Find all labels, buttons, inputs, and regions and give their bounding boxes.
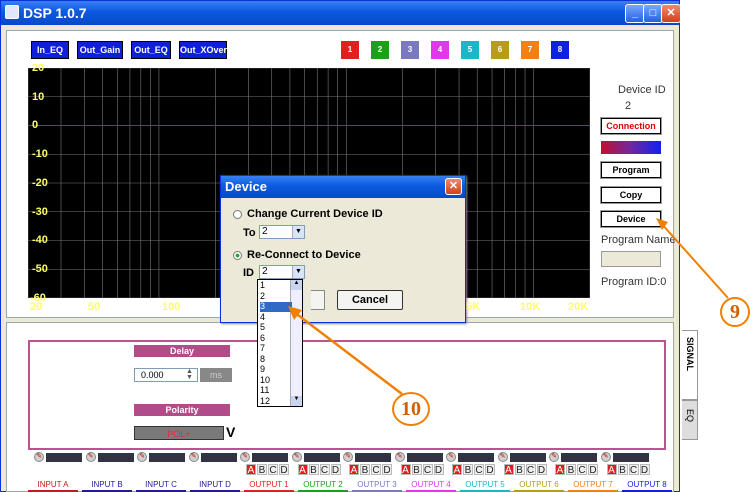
- level-meter: [458, 453, 494, 462]
- route-d-button[interactable]: D: [639, 464, 650, 476]
- y-tick-label: 10: [32, 90, 45, 103]
- y-tick-label: -30: [32, 205, 48, 218]
- route-b-button[interactable]: B: [308, 464, 319, 476]
- route-c-button[interactable]: C: [474, 464, 484, 476]
- y-tick-label: 20: [32, 62, 45, 74]
- tab-output-5[interactable]: OUTPUT 5: [460, 478, 510, 492]
- x-tick-label: 100: [162, 301, 181, 313]
- tab-input-b[interactable]: INPUT B: [82, 478, 132, 492]
- route-b-button[interactable]: B: [360, 464, 370, 476]
- route-c-button[interactable]: C: [422, 464, 433, 476]
- tab-input-d[interactable]: INPUT D: [190, 478, 240, 492]
- tab-input-a[interactable]: INPUT A: [28, 478, 78, 492]
- route-a-button[interactable]: A: [606, 464, 617, 476]
- level-meter: [46, 453, 82, 462]
- mute-icon[interactable]: ✎: [446, 452, 456, 462]
- x-tick-label: 50: [88, 301, 101, 313]
- mute-icon[interactable]: ✎: [137, 452, 147, 462]
- route-d-button[interactable]: D: [279, 464, 289, 476]
- level-meter: [355, 453, 391, 462]
- route-b-button[interactable]: B: [257, 464, 267, 476]
- tab-output-8[interactable]: OUTPUT 8: [622, 478, 672, 492]
- mute-icon[interactable]: ✎: [600, 452, 611, 462]
- route-d-button[interactable]: D: [330, 464, 341, 476]
- route-d-button[interactable]: D: [382, 464, 392, 476]
- route-b-button[interactable]: B: [514, 464, 525, 476]
- mute-icon[interactable]: ✎: [188, 452, 199, 462]
- route-b-button[interactable]: B: [463, 464, 473, 476]
- level-meter: [561, 453, 597, 462]
- route-b-button[interactable]: B: [566, 464, 576, 476]
- y-tick-label: 0: [32, 119, 39, 132]
- tab-output-2[interactable]: OUTPUT 2: [298, 478, 348, 492]
- route-d-button[interactable]: D: [485, 464, 495, 476]
- route-c-button[interactable]: C: [319, 464, 330, 476]
- level-meter: [97, 453, 134, 462]
- route-c-button[interactable]: C: [628, 464, 639, 476]
- y-tick-label: -50: [32, 262, 48, 275]
- y-tick-label: -10: [32, 148, 48, 161]
- route-a-button[interactable]: A: [503, 464, 514, 476]
- y-tick-label: -20: [32, 176, 48, 189]
- route-d-button[interactable]: D: [588, 464, 598, 476]
- route-a-button[interactable]: A: [349, 464, 359, 476]
- x-tick-label: 20K: [568, 301, 589, 313]
- level-meter: [406, 453, 443, 462]
- route-a-button[interactable]: A: [400, 464, 411, 476]
- mute-icon[interactable]: ✎: [394, 452, 405, 462]
- mute-icon[interactable]: ✎: [85, 452, 96, 462]
- mute-icon[interactable]: ✎: [34, 452, 44, 462]
- tab-output-1[interactable]: OUTPUT 1: [244, 478, 294, 492]
- route-a-button[interactable]: A: [297, 464, 308, 476]
- tab-input-c[interactable]: INPUT C: [136, 478, 186, 492]
- route-a-button[interactable]: A: [452, 464, 462, 476]
- mute-icon[interactable]: ✎: [343, 452, 353, 462]
- tab-output-7[interactable]: OUTPUT 7: [568, 478, 618, 492]
- level-meter: [612, 453, 649, 462]
- arrow-9-line: [659, 221, 729, 299]
- tab-output-3[interactable]: OUTPUT 3: [352, 478, 402, 492]
- y-tick-label: -40: [32, 234, 48, 247]
- level-meter: [149, 453, 185, 462]
- level-meter: [252, 453, 288, 462]
- mute-icon[interactable]: ✎: [497, 452, 508, 462]
- route-a-button[interactable]: A: [246, 464, 256, 476]
- route-a-button[interactable]: A: [555, 464, 565, 476]
- route-c-button[interactable]: C: [268, 464, 278, 476]
- level-meter: [509, 453, 546, 462]
- callout-arrows: [288, 218, 729, 395]
- route-b-button[interactable]: B: [411, 464, 422, 476]
- mute-icon[interactable]: ✎: [549, 452, 559, 462]
- arrow-10-line: [293, 311, 403, 395]
- level-meter: [200, 453, 237, 462]
- route-b-button[interactable]: B: [617, 464, 628, 476]
- route-d-button[interactable]: D: [536, 464, 547, 476]
- level-meter: [303, 453, 340, 462]
- route-c-button[interactable]: C: [525, 464, 536, 476]
- x-tick-label: 20: [30, 301, 43, 313]
- mute-icon[interactable]: ✎: [291, 452, 302, 462]
- route-c-button[interactable]: C: [577, 464, 587, 476]
- x-tick-label: 5K: [466, 301, 481, 313]
- x-tick-label: 10K: [520, 301, 541, 313]
- route-c-button[interactable]: C: [371, 464, 381, 476]
- mute-icon[interactable]: ✎: [240, 452, 250, 462]
- tab-output-6[interactable]: OUTPUT 6: [514, 478, 564, 492]
- route-d-button[interactable]: D: [433, 464, 444, 476]
- tab-output-4[interactable]: OUTPUT 4: [406, 478, 456, 492]
